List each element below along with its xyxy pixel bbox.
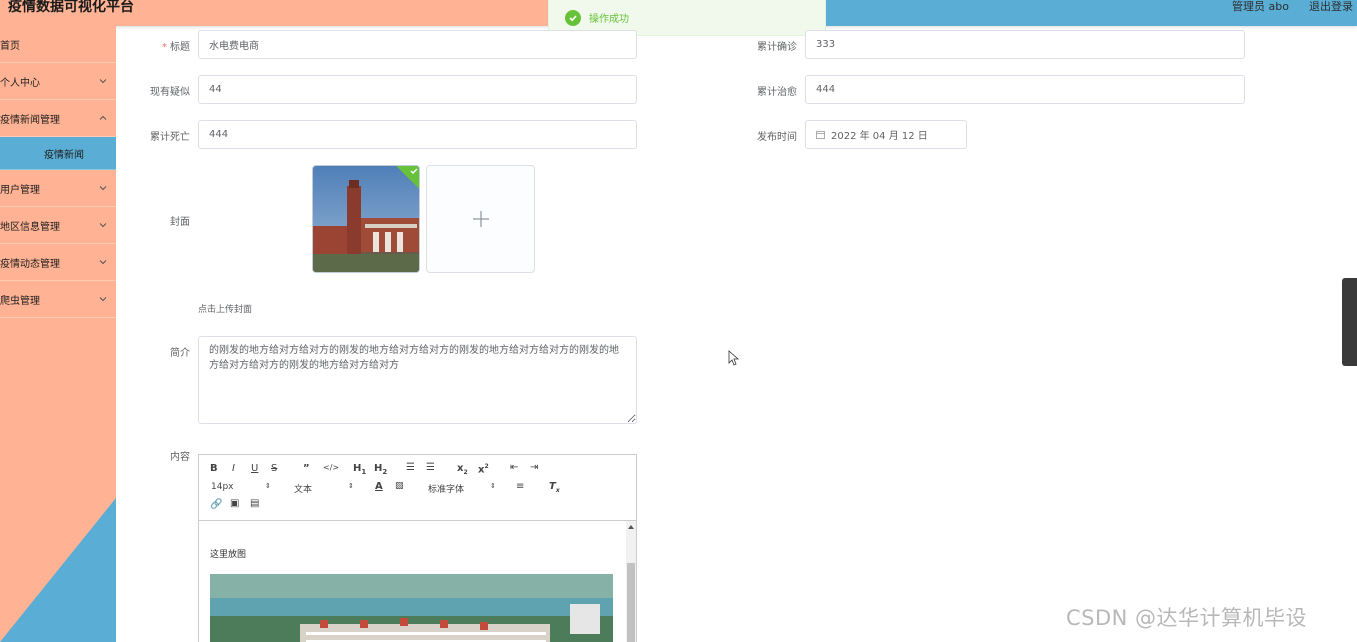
bullet-list-button[interactable]: ☰ bbox=[426, 462, 435, 473]
required-mark: * bbox=[162, 42, 167, 53]
font-family-select[interactable]: 标准字体 ⇕ bbox=[428, 482, 498, 495]
toast-message: 操作成功 bbox=[589, 14, 629, 25]
title-input[interactable]: 水电费电商 bbox=[198, 30, 637, 59]
sidebar-item-region-management[interactable]: 地区信息管理 bbox=[0, 207, 116, 244]
sidebar-item-label: 个人中心 bbox=[0, 77, 40, 89]
scroll-thumb[interactable] bbox=[627, 563, 635, 642]
sidebar-item-label: 首页 bbox=[0, 40, 20, 52]
sidebar-item-label: 用户管理 bbox=[0, 184, 40, 196]
subscript-button[interactable]: x2 bbox=[457, 463, 468, 476]
italic-button[interactable]: I bbox=[232, 463, 235, 474]
link-icon[interactable]: 🔗 bbox=[210, 499, 222, 510]
chevron-down-icon bbox=[99, 260, 107, 265]
confirmed-input[interactable]: 333 bbox=[805, 30, 1245, 59]
sidebar-item-label: 爬虫管理 bbox=[0, 295, 40, 307]
chevron-down-icon bbox=[99, 223, 107, 228]
scroll-up-arrow-icon[interactable] bbox=[628, 525, 634, 529]
select-arrows-icon: ⇕ bbox=[348, 482, 354, 490]
text-style-select[interactable]: 文本 ⇕ bbox=[294, 482, 356, 495]
indent-button[interactable]: ⇥ bbox=[530, 462, 538, 473]
quote-button[interactable]: ” bbox=[303, 463, 310, 474]
text-style-value: 文本 bbox=[294, 485, 313, 495]
sidebar-item-dynamics-management[interactable]: 疫情动态管理 bbox=[0, 244, 116, 281]
admin-name: 管理员 abo bbox=[1232, 0, 1289, 13]
suspected-label: 现有疑似 bbox=[150, 87, 190, 98]
font-color-button[interactable]: A bbox=[375, 481, 383, 492]
chevron-down-icon bbox=[99, 186, 107, 191]
campus-aerial-photo bbox=[210, 574, 613, 642]
rich-text-editor: B I U S ” </> H1 H2 ☰ ☰ x2 x2 ⇤ ⇥ 14px ⇕… bbox=[198, 454, 637, 642]
sidebar-item-label: 疫情新闻 bbox=[44, 149, 84, 161]
select-arrows-icon: ⇕ bbox=[265, 482, 271, 490]
sidebar-item-user-management[interactable]: 用户管理 bbox=[0, 170, 116, 207]
mouse-cursor-icon bbox=[728, 350, 740, 366]
intro-label: 简介 bbox=[170, 348, 190, 359]
sidebar-decoration bbox=[0, 498, 116, 642]
editor-body-text: 这里放图 bbox=[210, 550, 247, 560]
clear-format-button[interactable]: Tx bbox=[549, 481, 560, 494]
upload-tip: 点击上传封面 bbox=[198, 305, 253, 315]
confirmed-label: 累计确诊 bbox=[757, 42, 797, 53]
sidebar-item-home[interactable]: 首页 bbox=[0, 26, 116, 63]
check-circle-icon bbox=[565, 9, 581, 26]
font-size-select[interactable]: 14px ⇕ bbox=[211, 482, 273, 492]
check-icon bbox=[410, 168, 418, 174]
underline-button[interactable]: U bbox=[251, 463, 258, 474]
sidebar-item-personal-center[interactable]: 个人中心 bbox=[0, 63, 116, 100]
sidebar-item-label: 疫情新闻管理 bbox=[0, 114, 60, 126]
cover-image[interactable] bbox=[312, 165, 420, 273]
h1-button[interactable]: H1 bbox=[353, 463, 366, 476]
h2-button[interactable]: H2 bbox=[374, 463, 387, 476]
background-color-button[interactable]: ▧ bbox=[395, 481, 404, 491]
editor-campus-image bbox=[210, 574, 613, 642]
title-label: * 标题 bbox=[162, 42, 190, 53]
chevron-down-icon bbox=[99, 297, 107, 302]
publish-date-value: 2022 年 04 月 12 日 bbox=[831, 131, 928, 142]
outdent-button[interactable]: ⇤ bbox=[510, 462, 518, 473]
publish-label: 发布时间 bbox=[757, 132, 797, 143]
chevron-up-icon bbox=[99, 115, 107, 120]
publish-date-picker[interactable]: 2022 年 04 月 12 日 bbox=[805, 120, 967, 149]
sidebar-item-crawler-management[interactable]: 爬虫管理 bbox=[0, 281, 116, 318]
sidebar-item-label: 地区信息管理 bbox=[0, 221, 60, 233]
watermark: CSDN @达华计算机毕设 bbox=[1066, 606, 1308, 630]
video-icon[interactable]: ▤ bbox=[250, 498, 259, 509]
suspected-input[interactable]: 44 bbox=[198, 75, 637, 104]
app-title: 疫情数据可视化平台 bbox=[8, 0, 134, 15]
cured-label: 累计治愈 bbox=[757, 87, 797, 98]
align-button[interactable]: ≡ bbox=[516, 481, 524, 492]
editor-toolbar: B I U S ” </> H1 H2 ☰ ☰ x2 x2 ⇤ ⇥ 14px ⇕… bbox=[199, 455, 636, 521]
sidebar-item-news-management[interactable]: 疫情新闻管理 bbox=[0, 100, 116, 137]
font-size-value: 14px bbox=[211, 482, 234, 492]
side-drawer-handle[interactable] bbox=[1342, 278, 1357, 366]
ordered-list-button[interactable]: ☰ bbox=[406, 462, 415, 473]
content-label: 内容 bbox=[170, 452, 190, 463]
upload-cover-button[interactable] bbox=[426, 165, 535, 273]
sidebar: 首页 个人中心 疫情新闻管理 疫情新闻 用户管理 地区信息管理 疫情动态管理 爬… bbox=[0, 26, 116, 642]
image-icon[interactable]: ▣ bbox=[230, 498, 239, 509]
sidebar-item-news[interactable]: 疫情新闻 bbox=[0, 137, 116, 170]
deaths-input[interactable]: 444 bbox=[198, 120, 637, 149]
bold-button[interactable]: B bbox=[210, 463, 218, 474]
code-button[interactable]: </> bbox=[323, 463, 339, 472]
editor-content[interactable]: 这里放图 bbox=[199, 521, 627, 642]
logout-link[interactable]: 退出登录 bbox=[1309, 0, 1353, 14]
sidebar-item-label: 疫情动态管理 bbox=[0, 258, 60, 270]
cover-label: 封面 bbox=[170, 217, 190, 228]
cover-photo bbox=[313, 166, 419, 272]
plus-icon bbox=[472, 211, 489, 227]
intro-textarea[interactable] bbox=[198, 336, 637, 424]
deaths-label: 累计死亡 bbox=[150, 132, 190, 143]
font-family-value: 标准字体 bbox=[428, 485, 465, 495]
superscript-button[interactable]: x2 bbox=[478, 463, 489, 475]
cured-input[interactable]: 444 bbox=[805, 75, 1245, 104]
editor-scrollbar[interactable] bbox=[626, 521, 636, 642]
select-arrows-icon: ⇕ bbox=[490, 482, 496, 490]
strikethrough-button[interactable]: S bbox=[271, 463, 277, 474]
chevron-down-icon bbox=[99, 79, 107, 84]
calendar-icon bbox=[816, 131, 825, 139]
